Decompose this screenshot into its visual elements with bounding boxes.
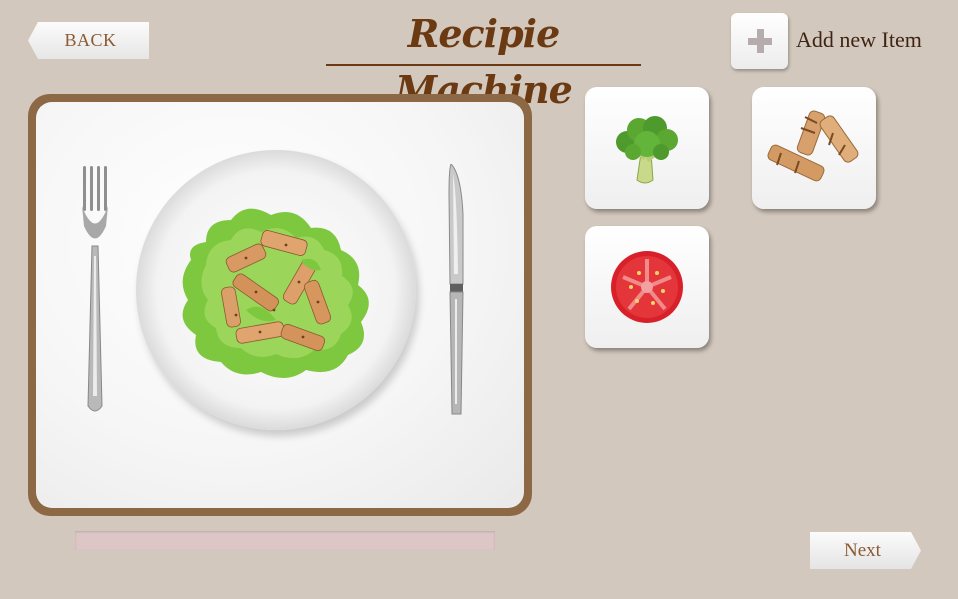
broccoli-icon bbox=[616, 116, 678, 184]
back-button-label: BACK bbox=[64, 30, 117, 50]
back-button[interactable]: BACK bbox=[28, 22, 149, 59]
plus-icon-vertical bbox=[756, 29, 764, 53]
title-underline bbox=[326, 64, 641, 66]
ingredient-tile-grilled-chicken[interactable] bbox=[752, 87, 876, 209]
progress-bar bbox=[75, 531, 495, 550]
ingredient-tile-broccoli[interactable] bbox=[585, 87, 709, 209]
placemat-surface[interactable] bbox=[36, 102, 524, 508]
placemat bbox=[28, 94, 532, 516]
page-title: Recipie Machine bbox=[326, 6, 641, 112]
ingredient-tile-tomato[interactable] bbox=[585, 226, 709, 348]
knife-icon bbox=[448, 164, 464, 415]
grilled-chicken-icon bbox=[767, 110, 859, 182]
add-item-button[interactable] bbox=[731, 13, 788, 69]
fork-icon bbox=[82, 166, 108, 412]
next-button-label: Next bbox=[844, 539, 881, 561]
add-item-label[interactable]: Add new Item bbox=[796, 27, 922, 53]
tomato-icon bbox=[611, 251, 683, 323]
salad-icon bbox=[182, 208, 369, 379]
next-button[interactable]: Next bbox=[810, 532, 921, 569]
plate bbox=[136, 150, 416, 430]
